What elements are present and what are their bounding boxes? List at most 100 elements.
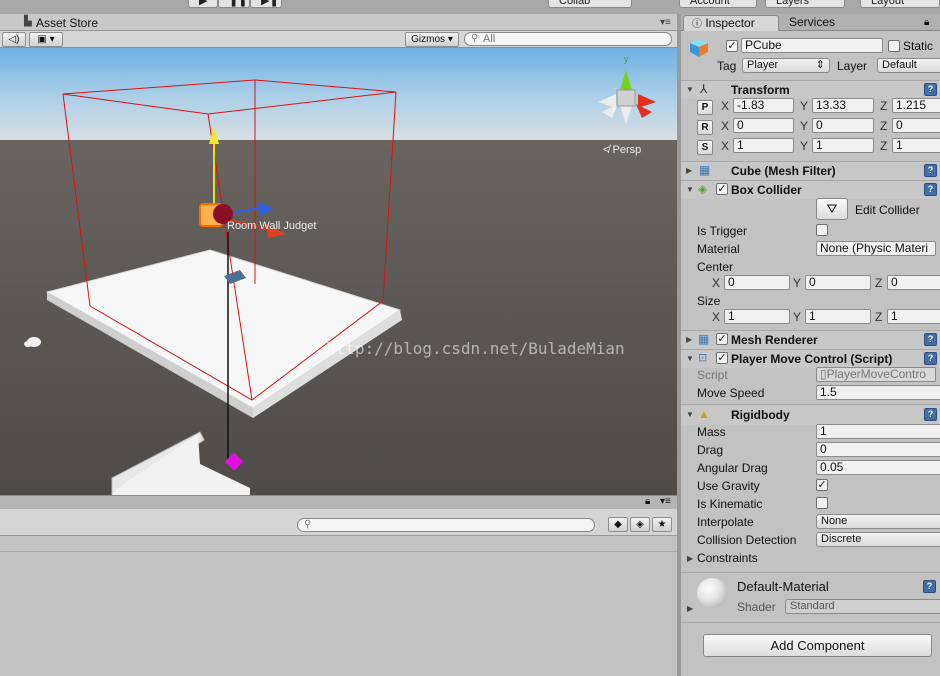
physic-material-field[interactable]: None (Physic Materi xyxy=(816,241,936,256)
audio-toggle-icon[interactable]: ◁) xyxy=(2,32,26,47)
account-button[interactable]: Account xyxy=(679,0,757,8)
is-trigger-label: Is Trigger xyxy=(697,224,748,238)
size-z-field[interactable]: 1 xyxy=(887,309,940,324)
mesh-filter-header[interactable]: ▶ ▦ Cube (Mesh Filter) ? xyxy=(681,161,940,180)
tab-services[interactable]: Services xyxy=(781,15,859,31)
help-icon[interactable]: ? xyxy=(923,580,936,593)
scene-viewport[interactable]: Room Wall Judget http://blog.csdn.net/Bu… xyxy=(0,48,677,495)
scene-search-input[interactable]: ⚲ All xyxy=(464,32,672,46)
rotation-y-field[interactable]: 0 xyxy=(812,118,874,133)
constraints-label[interactable]: Constraints xyxy=(697,551,758,565)
step-button[interactable]: ▶❚ xyxy=(250,0,282,8)
favorite-icon[interactable]: ★ xyxy=(652,517,672,532)
help-icon[interactable]: ? xyxy=(924,333,937,346)
axis-x-label: X xyxy=(721,119,730,133)
interpolate-dropdown[interactable]: None xyxy=(816,514,940,529)
tag-dropdown[interactable]: Player ⇕ xyxy=(742,58,830,73)
fold-right-icon[interactable]: ▶ xyxy=(687,554,693,564)
fold-down-icon[interactable]: ▼ xyxy=(686,85,694,95)
static-checkbox[interactable] xyxy=(888,40,900,52)
shader-dropdown[interactable]: Standard xyxy=(785,599,940,614)
mesh-filter-icon: ▦ xyxy=(699,163,711,177)
box-collider-header[interactable]: ▼ ◈ ✓ Box Collider ? xyxy=(681,180,940,199)
is-kinematic-checkbox[interactable] xyxy=(816,497,828,509)
center-x-field[interactable]: 0 xyxy=(724,275,790,290)
scale-x-field[interactable]: 1 xyxy=(733,138,794,153)
rotation-z-field[interactable]: 0 xyxy=(892,118,940,133)
filter-type-icon[interactable]: ◆ xyxy=(608,517,628,532)
mesh-renderer-header[interactable]: ▶ ▦ ✓ Mesh Renderer ? xyxy=(681,330,940,349)
scene-canvas[interactable]: Room Wall Judget http://blog.csdn.net/Bu… xyxy=(0,48,677,495)
scale-y-field[interactable]: 1 xyxy=(812,138,874,153)
center-z-field[interactable]: 0 xyxy=(887,275,940,290)
box-collider-enabled-checkbox[interactable]: ✓ xyxy=(716,183,728,195)
position-y-field[interactable]: 13.33 xyxy=(812,98,874,113)
project-toolbar: ⚲ ◆ ◈ ★ xyxy=(0,509,677,536)
help-icon[interactable]: ? xyxy=(924,352,937,365)
add-component-button[interactable]: Add Component xyxy=(703,634,932,657)
fold-right-icon[interactable]: ▶ xyxy=(686,166,692,176)
rotation-x-field[interactable]: 0 xyxy=(733,118,794,133)
help-icon[interactable]: ? xyxy=(924,408,937,421)
material-preview-sphere[interactable] xyxy=(697,578,727,608)
active-checkbox[interactable]: ✓ xyxy=(726,40,738,52)
tab-asset-store[interactable]: Asset Store xyxy=(36,16,98,30)
drag-field[interactable]: 0 xyxy=(816,442,940,457)
help-icon[interactable]: ? xyxy=(924,183,937,196)
fold-right-icon[interactable]: ▶ xyxy=(686,335,692,345)
object-name-field[interactable]: PCube xyxy=(741,38,883,53)
axis-z-label: Z xyxy=(875,310,883,324)
effects-toggle-icon[interactable]: ▣ ▾ xyxy=(29,32,63,47)
scale-z-field[interactable]: 1 xyxy=(892,138,940,153)
use-gravity-checkbox[interactable]: ✓ xyxy=(816,479,828,491)
gizmos-dropdown[interactable]: Gizmos ▾ xyxy=(405,32,459,47)
project-content[interactable] xyxy=(0,536,677,676)
center-y-field[interactable]: 0 xyxy=(805,275,871,290)
persp-label[interactable]: ≮ Persp xyxy=(603,144,641,156)
script-enabled-checkbox[interactable]: ✓ xyxy=(716,352,728,364)
player-move-control-header[interactable]: ▼ ⊡ ✓ Player Move Control (Script) ? xyxy=(681,349,940,368)
scale-button[interactable]: S xyxy=(697,140,713,155)
help-icon[interactable]: ? xyxy=(924,83,937,96)
panel-menu-icon[interactable]: ▾≡ xyxy=(660,17,671,28)
size-y-field[interactable]: 1 xyxy=(805,309,871,324)
rotation-button[interactable]: R xyxy=(697,120,713,135)
filter-label-icon[interactable]: ◈ xyxy=(630,517,650,532)
box-collider-icon: ◈ xyxy=(698,182,708,196)
edit-collider-icon[interactable]: ⛛ xyxy=(816,198,848,220)
fold-down-icon[interactable]: ▼ xyxy=(686,185,694,195)
panel-menu-icon[interactable]: ▾≡ xyxy=(660,496,671,507)
layout-button[interactable]: Layout xyxy=(860,0,940,8)
angular-drag-field[interactable]: 0.05 xyxy=(816,460,940,475)
collab-button[interactable]: Collab xyxy=(548,0,632,8)
fold-down-icon[interactable]: ▼ xyxy=(686,410,694,420)
size-x-field[interactable]: 1 xyxy=(724,309,790,324)
transform-title: Transform xyxy=(731,83,790,97)
project-search-input[interactable]: ⚲ xyxy=(297,518,595,532)
is-trigger-checkbox[interactable] xyxy=(816,224,828,236)
drag-label: Drag xyxy=(697,443,724,457)
layer-dropdown[interactable]: Default xyxy=(877,58,940,73)
play-button[interactable]: ▶ xyxy=(188,0,218,8)
mass-field[interactable]: 1 xyxy=(816,424,940,439)
mesh-renderer-enabled-checkbox[interactable]: ✓ xyxy=(716,333,728,345)
layers-button[interactable]: Layers xyxy=(765,0,845,8)
help-icon[interactable]: ? xyxy=(924,164,937,177)
position-x-field[interactable]: -1.83 xyxy=(733,98,794,113)
move-speed-field[interactable]: 1.5 xyxy=(816,385,940,400)
position-z-field[interactable]: 1.215 xyxy=(892,98,940,113)
tab-inspector[interactable]: ⓘ Inspector xyxy=(683,15,779,31)
lock-icon[interactable]: 🔒︎ xyxy=(645,496,650,507)
transform-header[interactable]: ▼ ⅄ Transform ? xyxy=(681,80,940,99)
inspector-panel: ⓘ Inspector Services 🔒︎ ✓ PCube Static T… xyxy=(681,14,940,676)
lock-icon[interactable]: 🔒︎ xyxy=(924,17,929,28)
rigidbody-header[interactable]: ▼ ▲ Rigidbody ? xyxy=(681,406,940,425)
tab-inspector-label: Inspector xyxy=(705,16,755,30)
pause-button[interactable]: ❚❚ xyxy=(218,0,250,8)
fold-right-icon[interactable]: ▶ xyxy=(687,604,693,614)
fold-down-icon[interactable]: ▼ xyxy=(686,354,694,364)
mass-label: Mass xyxy=(697,425,726,439)
position-button[interactable]: P xyxy=(697,100,713,115)
collision-detection-dropdown[interactable]: Discrete xyxy=(816,532,940,547)
rigidbody-title: Rigidbody xyxy=(731,408,790,422)
